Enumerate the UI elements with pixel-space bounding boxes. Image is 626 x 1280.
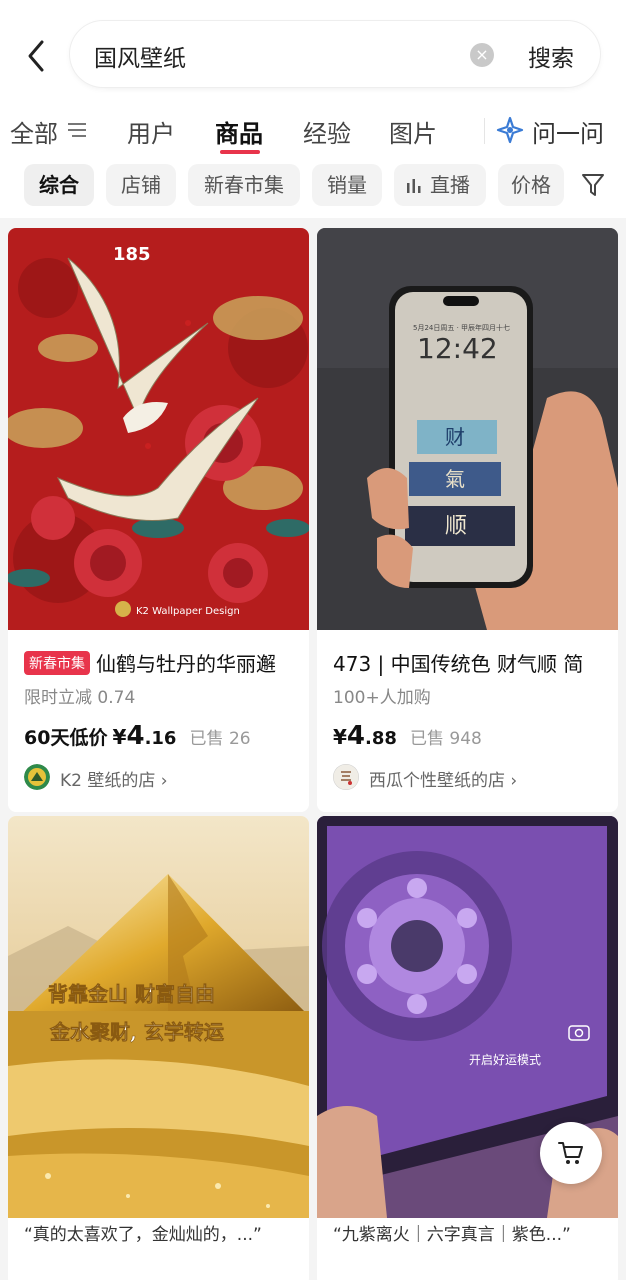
chip-price[interactable]: 价格 — [498, 164, 564, 206]
filter-funnel-icon[interactable] — [580, 172, 606, 198]
cart-button[interactable] — [540, 1122, 602, 1184]
price-decimal: .16 — [144, 728, 177, 749]
lockscreen-time: 12:42 — [417, 332, 498, 365]
product-card[interactable]: 开启好运模式 “九紫离火｜六字真言｜紫色...” — [317, 816, 618, 1280]
active-tab-indicator — [220, 150, 260, 154]
currency-symbol: ¥ — [333, 725, 347, 749]
price-label: 60天低价 — [24, 727, 108, 749]
shop-name: 西瓜个性壁纸的店 › — [369, 771, 518, 791]
image-mode-label: 开启好运模式 — [469, 1053, 541, 1067]
review-quote: “真的太喜欢了，金灿灿的，...” — [24, 1225, 262, 1245]
currency-symbol: ¥ — [112, 725, 127, 749]
tab-divider — [484, 118, 485, 144]
review-quote: “九紫离火｜六字真言｜紫色...” — [333, 1225, 571, 1245]
char-cai: 财 — [445, 425, 465, 449]
chip-shops[interactable]: 店铺 — [106, 164, 176, 206]
chip-live-label: 直播 — [430, 173, 470, 197]
product-promo: 限时立减 0.74 — [24, 688, 136, 708]
product-title-row: 新春市集 仙鹤与牡丹的华丽邂 — [24, 648, 299, 678]
product-card[interactable]: 5月24日周五 · 甲辰年四月十七 12:42 财 氣 顺 473 | 中国传统… — [317, 228, 618, 812]
price-row: 60天低价 ¥4.16 已售 26 — [24, 721, 251, 751]
product-card[interactable]: 背靠金山 财富自由 金水聚财, 玄学转运 “真的太喜欢了，金灿灿的，...” — [8, 816, 309, 1280]
product-image-phone-wallpaper[interactable]: 5月24日周五 · 甲辰年四月十七 12:42 财 氣 顺 — [317, 228, 618, 630]
live-bars-icon — [407, 179, 421, 193]
sparkle-icon — [496, 116, 524, 144]
back-arrow-icon[interactable] — [22, 36, 52, 76]
chip-live[interactable]: 直播 — [394, 164, 486, 206]
price-integer: 4 — [126, 721, 145, 751]
category-tabs: 全部 用户 商品 经验 图片 问一问 — [0, 100, 626, 160]
search-header: 国风壁纸 × 搜索 — [0, 0, 626, 100]
tab-images[interactable]: 图片 — [389, 114, 437, 149]
spring-market-badge: 新春市集 — [24, 651, 90, 675]
lockscreen-date: 5月24日周五 · 甲辰年四月十七 — [413, 323, 510, 332]
search-button[interactable]: 搜索 — [528, 39, 574, 73]
product-title-row: 473 | 中国传统色 财气顺 简 — [333, 648, 608, 678]
cart-count: 100+人加购 — [333, 688, 431, 708]
tab-products[interactable]: 商品 — [215, 114, 263, 149]
product-image-gold-mountain[interactable]: 背靠金山 财富自由 金水聚财, 玄学转运 — [8, 816, 309, 1218]
image-headline-2: 金水聚财, 玄学转运 — [49, 1020, 224, 1044]
price-decimal: .88 — [365, 728, 397, 749]
chip-spring-market[interactable]: 新春市集 — [188, 164, 300, 206]
image-brand: K2 Wallpaper Design — [136, 606, 240, 617]
ask-label: 问一问 — [532, 120, 604, 148]
image-headline-1: 背靠金山 财富自由 — [48, 982, 215, 1006]
tab-experience[interactable]: 经验 — [303, 114, 351, 149]
search-input[interactable]: 国风壁纸 × 搜索 — [70, 21, 600, 87]
search-query[interactable]: 国风壁纸 — [94, 39, 186, 73]
product-title: 473 | 中国传统色 财气顺 简 — [333, 652, 584, 676]
shop-avatar — [333, 764, 359, 790]
clear-icon[interactable]: × — [470, 43, 494, 67]
char-qi: 氣 — [445, 467, 465, 491]
tab-all[interactable]: 全部 — [10, 114, 58, 149]
product-title: 仙鹤与牡丹的华丽邂 — [96, 652, 276, 676]
chip-comprehensive[interactable]: 综合 — [24, 164, 94, 206]
char-shun: 顺 — [445, 514, 467, 539]
product-image-crane-peony[interactable]: 185 K2 Wallpaper Design — [8, 228, 309, 630]
sold-count: 已售 948 — [410, 729, 482, 749]
sold-count: 已售 26 — [189, 729, 251, 749]
price-integer: 4 — [346, 721, 366, 751]
shop-name: K2 壁纸的店 › — [60, 771, 168, 791]
cart-icon — [558, 1142, 583, 1164]
product-card[interactable]: 185 K2 Wallpaper Design 新春市集 仙鹤与牡丹的华丽邂 限时… — [8, 228, 309, 812]
tab-users[interactable]: 用户 — [127, 114, 175, 149]
chip-sales[interactable]: 销量 — [312, 164, 382, 206]
image-number: 185 — [113, 244, 151, 265]
price-row: ¥4.88 已售 948 — [333, 721, 482, 751]
filter-chips: 综合 店铺 新春市集 销量 直播 价格 — [0, 160, 626, 218]
shop-avatar — [24, 764, 50, 790]
sort-lines-icon[interactable] — [66, 122, 88, 138]
